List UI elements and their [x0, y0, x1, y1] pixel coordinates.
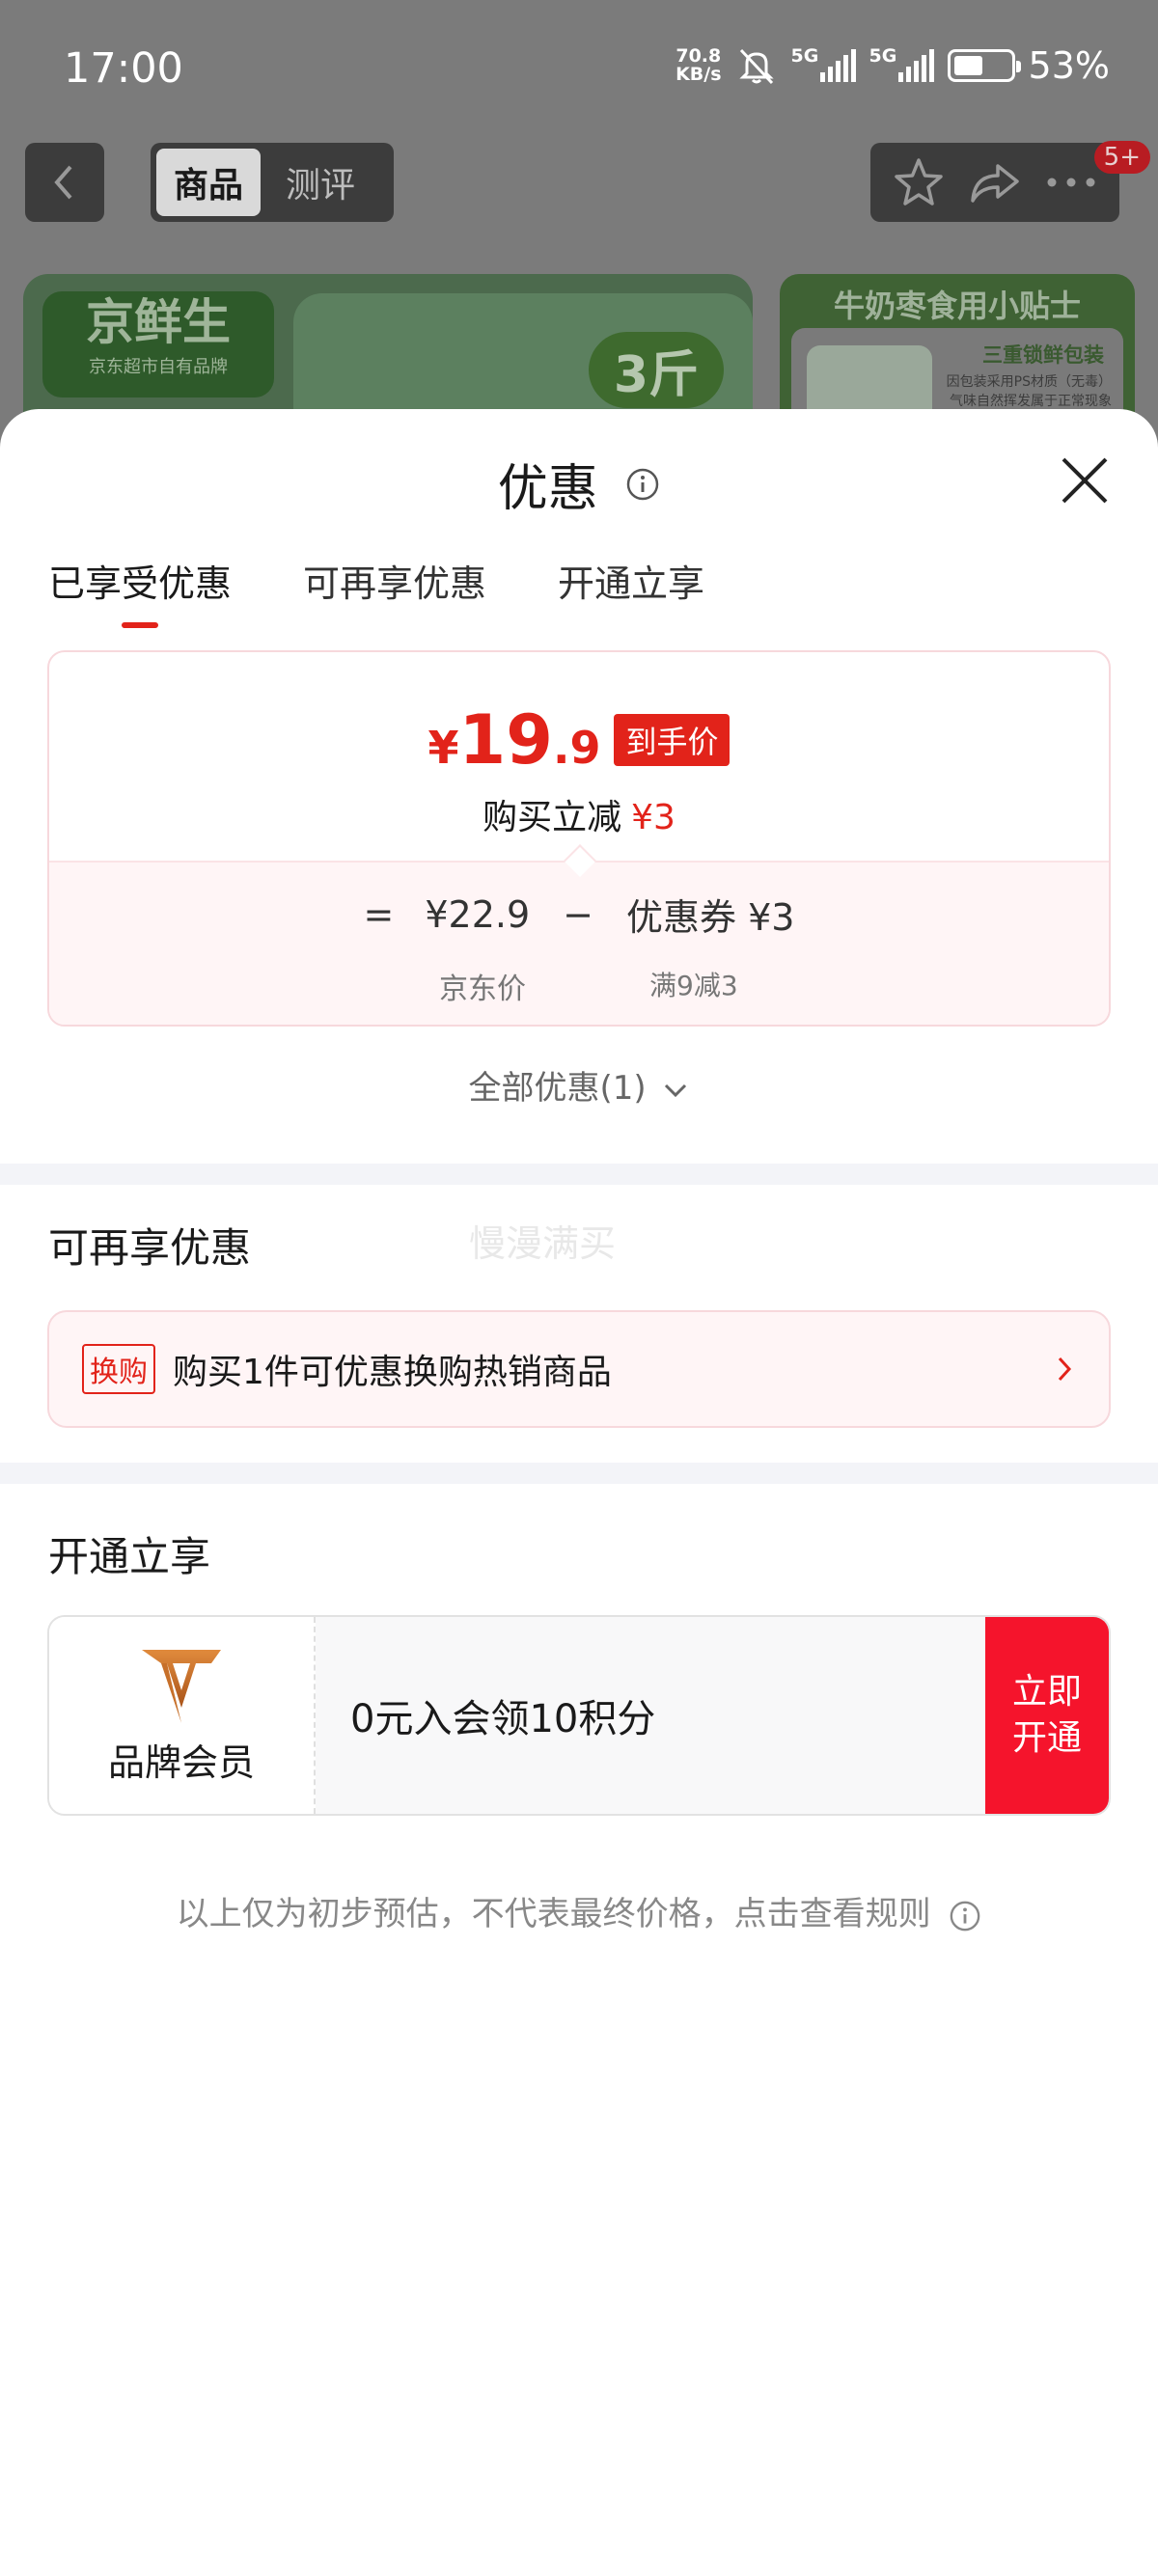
price-disclaimer[interactable]: 以上仅为初步预估，不代表最终价格，点击查看规则 [0, 1887, 1158, 1934]
swap-offer-row[interactable]: 换购 购买1件可优惠换购热销商品 [47, 1310, 1111, 1428]
discount-tabs: 已享受优惠 可再享优惠 开通立享 [48, 554, 704, 628]
battery-percent: 53% [1028, 44, 1110, 87]
section-heading-open: 开通立享 [48, 1533, 211, 1580]
price-card: ¥ 19 .9 到手价 购买立减 ¥3 = ¥22.9 − 优惠券 ¥3 京东价 … [47, 650, 1111, 1027]
tab-review[interactable]: 测评 [268, 149, 372, 216]
tab-open[interactable]: 开通立享 [558, 554, 704, 628]
notification-badge: 5+ [1093, 141, 1150, 174]
swap-tag: 换购 [82, 1344, 155, 1394]
signal-5g-1-icon: 5G [791, 45, 856, 82]
status-icons: 70.8 KB/s 5G 5G 53% [676, 44, 1110, 87]
price-formula: = ¥22.9 − 优惠券 ¥3 京东价 满9减3 [49, 844, 1109, 1025]
open-now-button[interactable]: 立即 开通 [985, 1617, 1109, 1814]
jd-price-label: 京东价 [439, 973, 526, 1006]
jd-price: ¥22.9 [425, 892, 531, 936]
sheet-title: 优惠 [0, 448, 1158, 520]
tips-title: 牛奶枣食用小贴士 [833, 288, 1081, 324]
section-heading-more: 可再享优惠 [48, 1224, 252, 1272]
equals-sign: = [363, 892, 395, 936]
product-tab-switch: 商品 测评 [151, 143, 394, 222]
all-offers-toggle[interactable]: 全部优惠(1) [0, 1061, 1158, 1109]
battery-icon [947, 49, 1021, 82]
final-price: ¥ 19 .9 [427, 700, 601, 780]
signal-5g-2-icon: 5G [869, 45, 934, 82]
chevron-left-icon [54, 165, 72, 200]
member-name: 品牌会员 [107, 1740, 255, 1784]
info-icon[interactable] [625, 467, 660, 502]
package-title: 三重锁鲜包装 [982, 343, 1104, 367]
discount-sheet: 优惠 已享受优惠 可再享优惠 开通立享 ¥ 19 .9 到手价 购买立减 ¥3 … [0, 409, 1158, 2576]
back-button[interactable] [25, 143, 104, 222]
status-time: 17:00 [64, 44, 183, 93]
tab-more[interactable]: 可再享优惠 [303, 554, 486, 628]
instant-reduce: 购买立减 ¥3 [482, 798, 676, 837]
minus-sign: − [563, 892, 594, 936]
info-icon [951, 1901, 980, 1931]
coupon-rule: 满9减3 [649, 970, 738, 1001]
brand-logo: 京鲜生 京东超市自有品牌 [42, 291, 274, 397]
member-offer-text: 0元入会领10积分 [350, 1697, 656, 1741]
top-actions [870, 143, 1119, 222]
section-divider [0, 1463, 1158, 1484]
coupon-amount: 优惠券 ¥3 [626, 896, 795, 939]
final-price-badge: 到手价 [614, 714, 731, 766]
package-desc: 因包装采用PS材质（无毒） 气味自然挥发属于正常现象 [946, 374, 1112, 409]
close-icon[interactable] [1058, 453, 1112, 507]
share-icon[interactable] [967, 154, 1023, 210]
chevron-down-icon [665, 1083, 687, 1097]
watermark-text: 慢漫满买 [469, 1222, 617, 1265]
brand-member-card: 品牌会员 0元入会领10积分 立即 开通 [47, 1615, 1111, 1816]
chevron-right-icon [1058, 1357, 1072, 1382]
mute-bell-icon [738, 48, 774, 85]
swap-offer-text: 购买1件可优惠换购热销商品 [173, 1353, 612, 1392]
status-bar: 17:00 70.8 KB/s 5G 5G 53% [0, 0, 1158, 135]
tab-enjoyed[interactable]: 已享受优惠 [48, 554, 232, 628]
network-speed: 70.8 KB/s [676, 45, 722, 85]
star-icon[interactable] [891, 154, 947, 210]
brand-member-logo-icon [142, 1649, 221, 1723]
tab-product[interactable]: 商品 [156, 149, 262, 216]
more-icon[interactable] [1043, 173, 1099, 192]
weight-tag: 3斤 [588, 332, 724, 408]
section-divider [0, 1164, 1158, 1185]
